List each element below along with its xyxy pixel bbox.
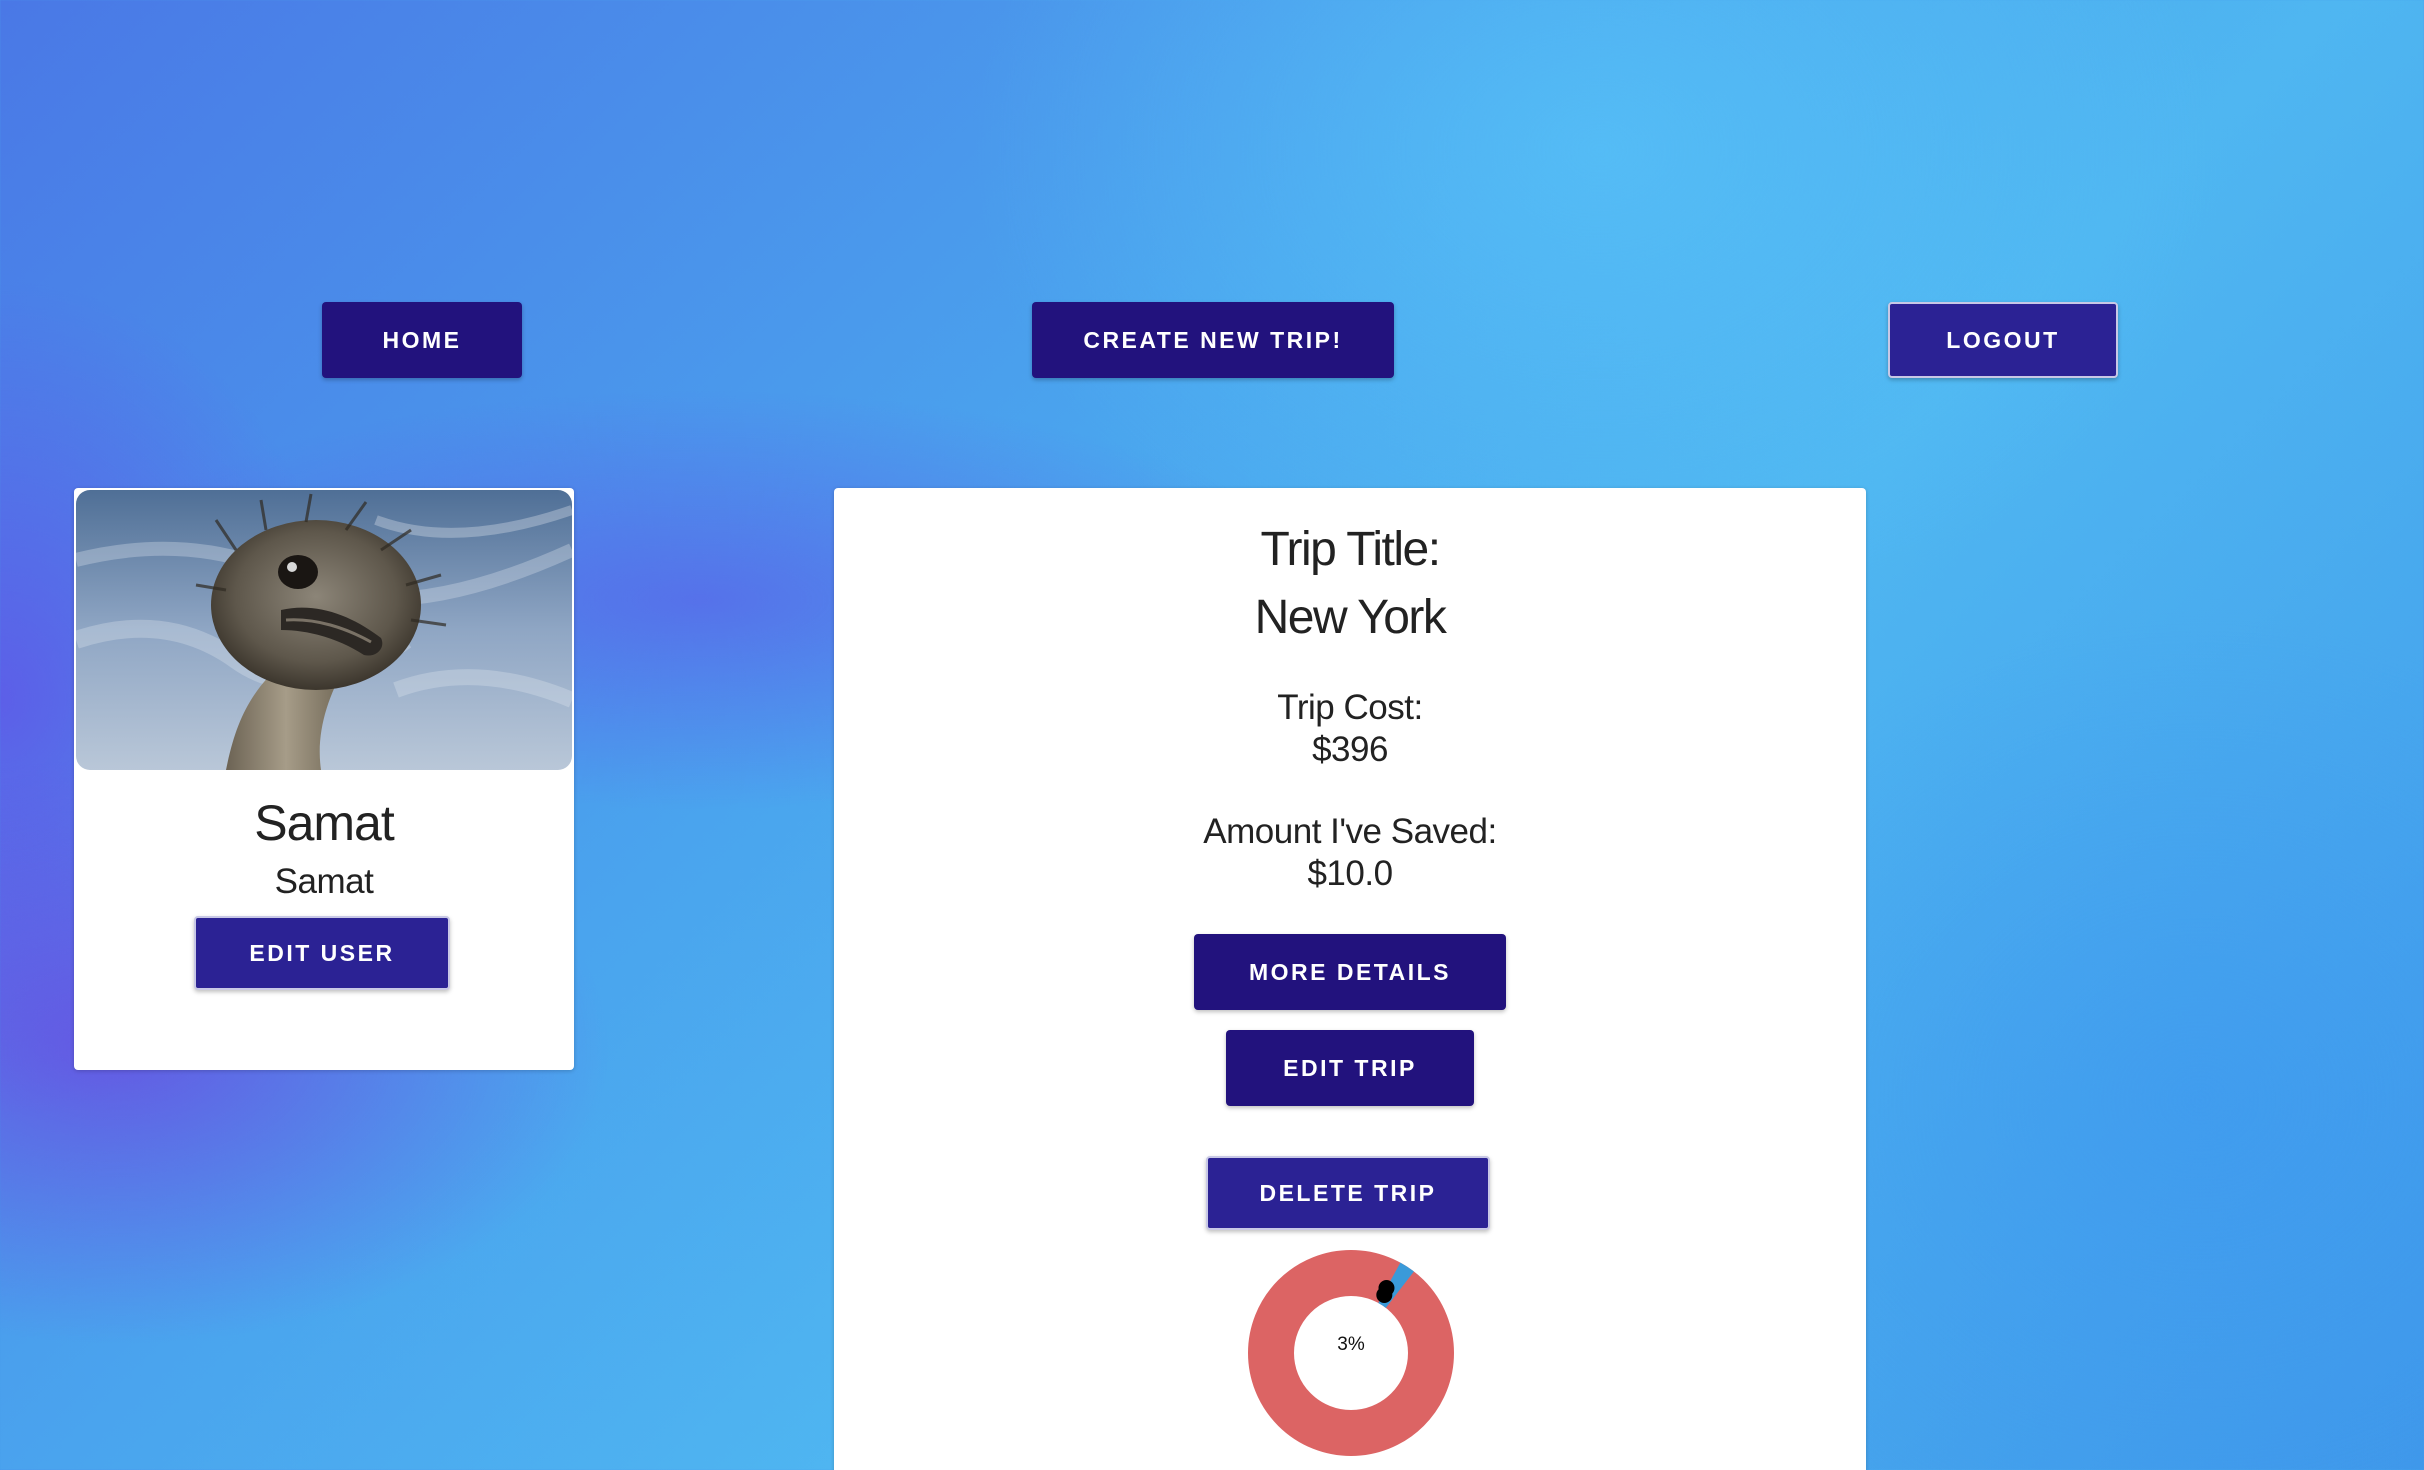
delete-trip-button[interactable]: DELETE TRIP — [1206, 1156, 1490, 1230]
trip-card: Trip Title: New York Trip Cost: $396 Amo… — [834, 488, 1866, 1470]
user-name: Samat — [254, 795, 395, 851]
trip-title-value: New York — [1254, 591, 1447, 644]
progress-percent-label: 3% — [1337, 1334, 1365, 1355]
home-button[interactable]: HOME — [322, 302, 522, 378]
edit-user-button[interactable]: EDIT USER — [194, 916, 450, 990]
trip-cost-label: Trip Cost: — [1277, 688, 1423, 727]
amount-saved-label: Amount I've Saved: — [1203, 812, 1497, 851]
create-new-trip-button[interactable]: CREATE NEW TRIP! — [1032, 302, 1394, 378]
more-details-button[interactable]: MORE DETAILS — [1194, 934, 1506, 1010]
edit-trip-button[interactable]: EDIT TRIP — [1226, 1030, 1474, 1106]
savings-progress-chart: 3% — [1248, 1250, 1454, 1456]
amount-saved-value: $10.0 — [1307, 854, 1393, 893]
logout-button[interactable]: LOGOUT — [1888, 302, 2118, 378]
user-username: Samat — [274, 862, 374, 901]
trip-title-label: Trip Title: — [1260, 523, 1441, 576]
trip-cost-value: $396 — [1312, 730, 1388, 769]
user-avatar — [76, 490, 572, 770]
user-card: Samat Samat EDIT USER — [74, 488, 574, 1070]
